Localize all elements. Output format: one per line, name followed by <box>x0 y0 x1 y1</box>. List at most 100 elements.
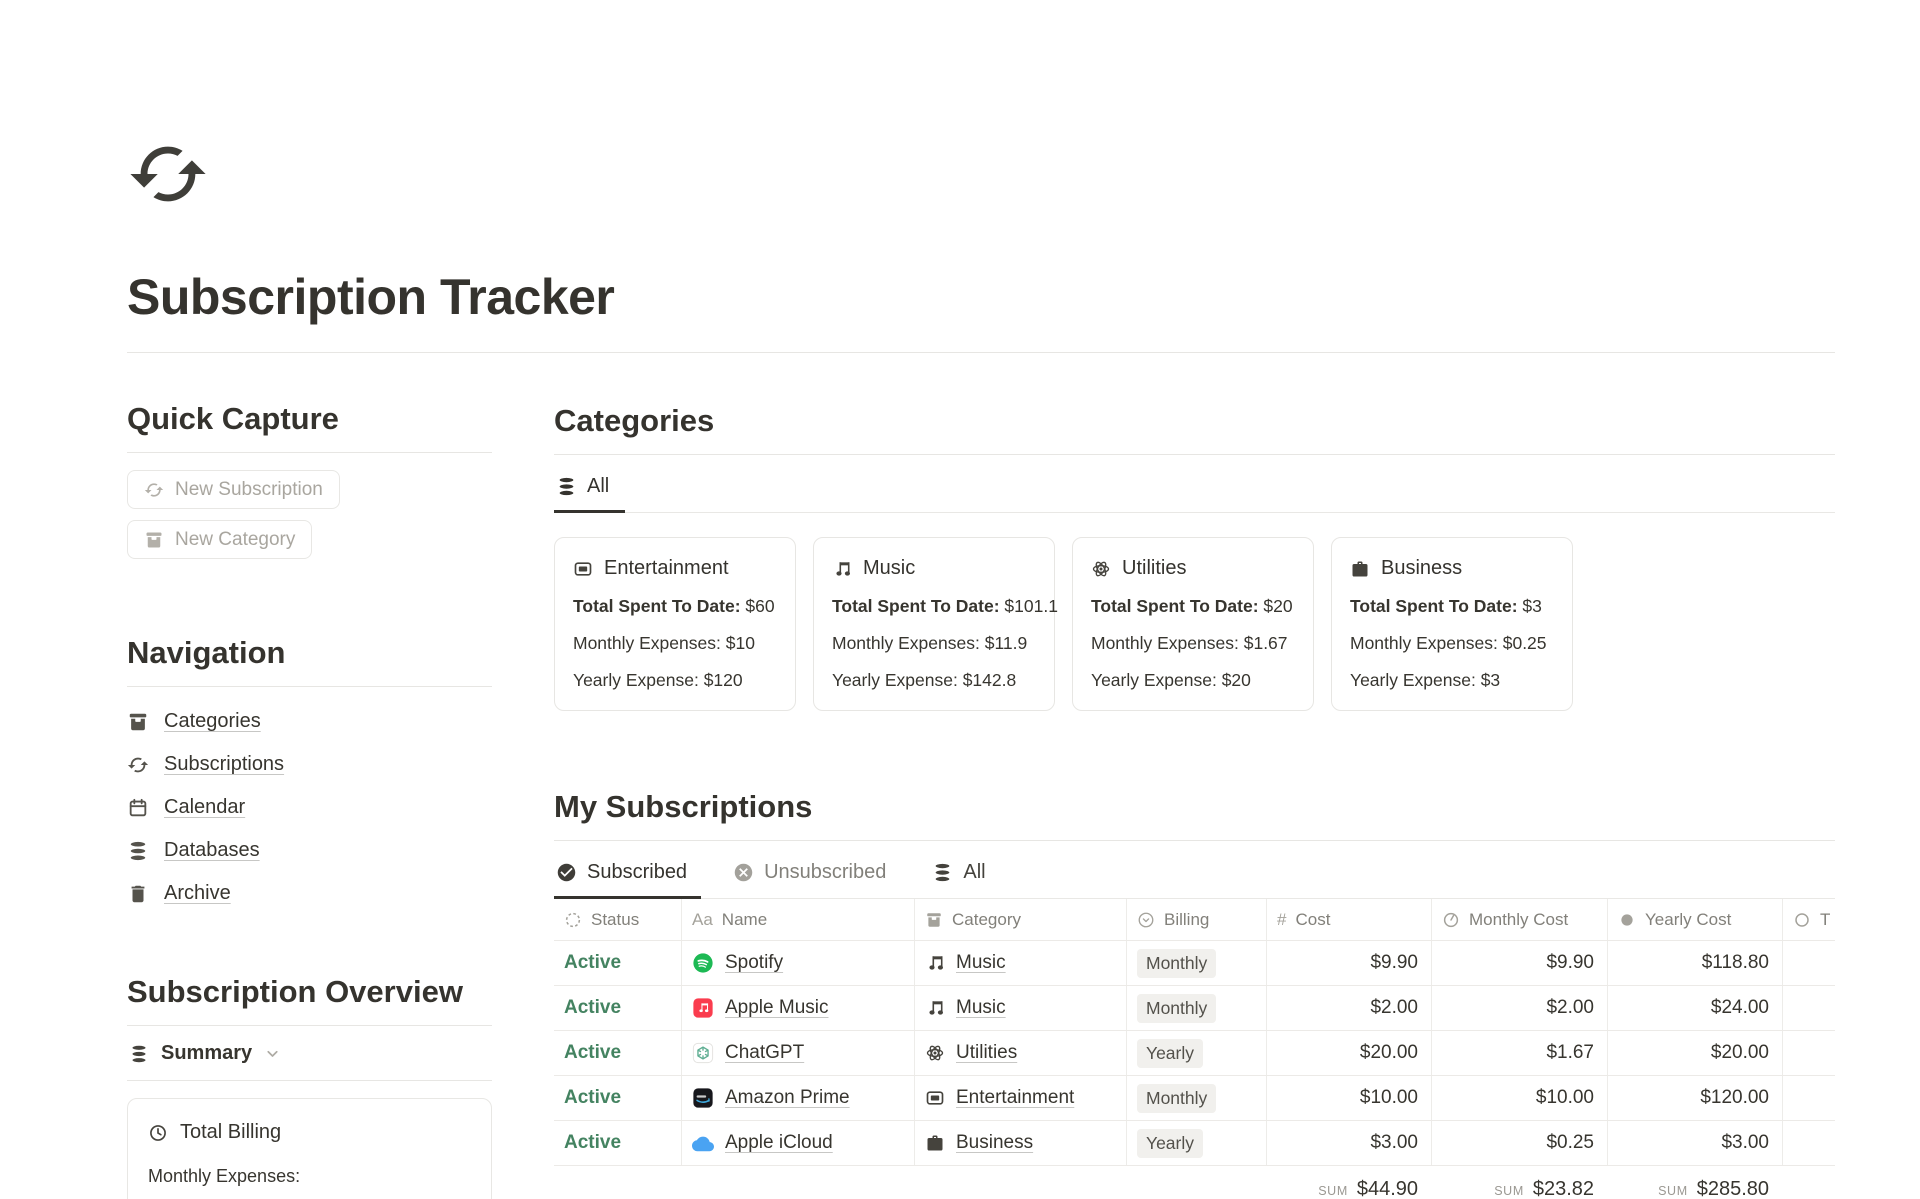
database-icon <box>932 862 953 883</box>
cost-cell[interactable]: $3.00 <box>1266 1121 1431 1165</box>
category-card-entertainment[interactable]: Entertainment Total Spent To Date: $60 M… <box>554 537 796 711</box>
subscription-link[interactable]: Amazon Prime <box>725 1087 850 1109</box>
category-card-music[interactable]: Music Total Spent To Date: $101.1 Monthl… <box>813 537 1055 711</box>
yearly-label: Yearly Expense: <box>832 670 958 690</box>
column-header-status[interactable]: Status <box>554 899 681 940</box>
sync-page-icon[interactable] <box>127 133 209 215</box>
quick-capture-heading: Quick Capture <box>127 401 492 437</box>
new-subscription-label: New Subscription <box>175 479 323 501</box>
filled-circle-icon <box>1618 911 1636 929</box>
category-name: Business <box>1381 557 1462 580</box>
category-link[interactable]: Music <box>956 952 1006 974</box>
tv-icon <box>925 1088 945 1108</box>
billing-tag[interactable]: Yearly <box>1137 1039 1203 1068</box>
tab-all-categories[interactable]: All <box>554 457 625 513</box>
yearly-label: Yearly Expense: <box>573 670 699 690</box>
billing-tag[interactable]: Yearly <box>1137 1129 1203 1158</box>
cost-cell[interactable]: $9.90 <box>1266 941 1431 985</box>
cost-cell[interactable]: $2.00 <box>1266 986 1431 1030</box>
monthly-cost-cell: $10.00 <box>1431 1076 1607 1120</box>
sidebar-item-categories[interactable]: Categories <box>127 707 492 736</box>
categories-heading: Categories <box>554 403 1835 439</box>
column-header-monthly-cost[interactable]: Monthly Cost <box>1431 899 1607 940</box>
sync-icon <box>127 754 149 776</box>
tv-icon <box>573 559 593 579</box>
tab-unsubscribed[interactable]: Unsubscribed <box>731 843 900 899</box>
tab-all-subscriptions[interactable]: All <box>930 843 999 899</box>
sidebar-item-databases[interactable]: Databases <box>127 836 492 865</box>
column-label: Status <box>591 910 639 930</box>
subscription-link[interactable]: ChatGPT <box>725 1042 804 1064</box>
column-label: Cost <box>1295 910 1330 930</box>
status-badge: Active <box>564 952 621 974</box>
summary-view-label: Summary <box>161 1042 252 1065</box>
tab-subscribed[interactable]: Subscribed <box>554 843 701 899</box>
sidebar-item-label[interactable]: Categories <box>164 710 261 733</box>
sidebar-item-label[interactable]: Archive <box>164 882 231 905</box>
new-subscription-button[interactable]: New Subscription <box>127 470 340 509</box>
yearly-cost-cell: $120.00 <box>1607 1076 1782 1120</box>
category-link[interactable]: Music <box>956 997 1006 1019</box>
music-note-icon <box>832 559 852 579</box>
yearly-value: $20 <box>1222 670 1251 690</box>
sidebar-item-subscriptions[interactable]: Subscriptions <box>127 750 492 779</box>
table-row: Active ChatGPT Utilities Yearly $20.00 $… <box>554 1031 1835 1076</box>
column-header-category[interactable]: Category <box>914 899 1126 940</box>
sidebar-item-calendar[interactable]: Calendar <box>127 793 492 822</box>
column-label: Monthly Cost <box>1469 910 1568 930</box>
summary-view-selector[interactable]: Summary <box>129 1042 492 1065</box>
yearly-label: Yearly Expense: <box>1091 670 1217 690</box>
sidebar-item-archive[interactable]: Archive <box>127 879 492 908</box>
category-box-icon <box>925 911 943 929</box>
chatgpt-icon <box>692 1042 714 1064</box>
new-category-button[interactable]: New Category <box>127 520 312 559</box>
column-header-truncated[interactable]: T <box>1782 899 1835 940</box>
monthly-cost-sum[interactable]: SUM $23.82 <box>1431 1178 1607 1199</box>
sidebar-item-label[interactable]: Subscriptions <box>164 753 284 776</box>
spotify-icon <box>692 952 714 974</box>
category-link[interactable]: Utilities <box>956 1042 1017 1064</box>
column-header-yearly-cost[interactable]: Yearly Cost <box>1607 899 1782 940</box>
billing-tag[interactable]: Monthly <box>1137 994 1216 1023</box>
column-header-cost[interactable]: # Cost <box>1266 899 1431 940</box>
column-header-name[interactable]: Aa Name <box>681 899 914 940</box>
divider <box>554 840 1835 841</box>
subscription-link[interactable]: Apple iCloud <box>725 1132 833 1154</box>
total-spent-value: $101.1 <box>1004 596 1058 616</box>
tab-label: All <box>963 861 985 884</box>
column-label: Yearly Cost <box>1645 910 1731 930</box>
sidebar-item-label[interactable]: Calendar <box>164 796 245 819</box>
music-note-icon <box>925 953 945 973</box>
page-header: Subscription Tracker <box>127 0 1835 353</box>
billing-tag[interactable]: Monthly <box>1137 949 1216 978</box>
chevron-down-icon <box>264 1045 281 1062</box>
yearly-label: Yearly Expense: <box>1350 670 1476 690</box>
table-row: Active Spotify Music Monthly $9.90 $9.90… <box>554 941 1835 986</box>
briefcase-icon <box>925 1133 945 1153</box>
status-badge: Active <box>564 1087 621 1109</box>
category-link[interactable]: Business <box>956 1132 1033 1154</box>
monthly-label: Monthly Expenses: <box>1091 633 1239 653</box>
total-spent-label: Total Spent To Date: <box>573 596 741 616</box>
cost-cell[interactable]: $20.00 <box>1266 1031 1431 1075</box>
select-icon <box>1137 911 1155 929</box>
table-sum-row: SUM $44.90 SUM $23.82 SUM $285.80 <box>554 1166 1835 1199</box>
page-title: Subscription Tracker <box>127 268 1835 326</box>
cost-sum[interactable]: SUM $44.90 <box>1266 1178 1431 1199</box>
column-header-billing[interactable]: Billing <box>1126 899 1266 940</box>
total-spent-value: $20 <box>1263 596 1292 616</box>
table-row: Active Apple iCloud Business Yearly $3.0… <box>554 1121 1835 1166</box>
category-card-utilities[interactable]: Utilities Total Spent To Date: $20 Month… <box>1072 537 1314 711</box>
billing-tag[interactable]: Monthly <box>1137 1084 1216 1113</box>
cost-cell[interactable]: $10.00 <box>1266 1076 1431 1120</box>
category-card-business[interactable]: Business Total Spent To Date: $3 Monthly… <box>1331 537 1573 711</box>
category-link[interactable]: Entertainment <box>956 1087 1074 1109</box>
subscription-link[interactable]: Apple Music <box>725 997 829 1019</box>
subscription-link[interactable]: Spotify <box>725 952 783 974</box>
subscription-overview-heading: Subscription Overview <box>127 974 492 1010</box>
yearly-cost-cell: $118.80 <box>1607 941 1782 985</box>
yearly-value: $120 <box>704 670 743 690</box>
amazon-prime-icon <box>692 1087 714 1109</box>
sidebar-item-label[interactable]: Databases <box>164 839 260 862</box>
yearly-cost-sum[interactable]: SUM $285.80 <box>1607 1178 1782 1199</box>
